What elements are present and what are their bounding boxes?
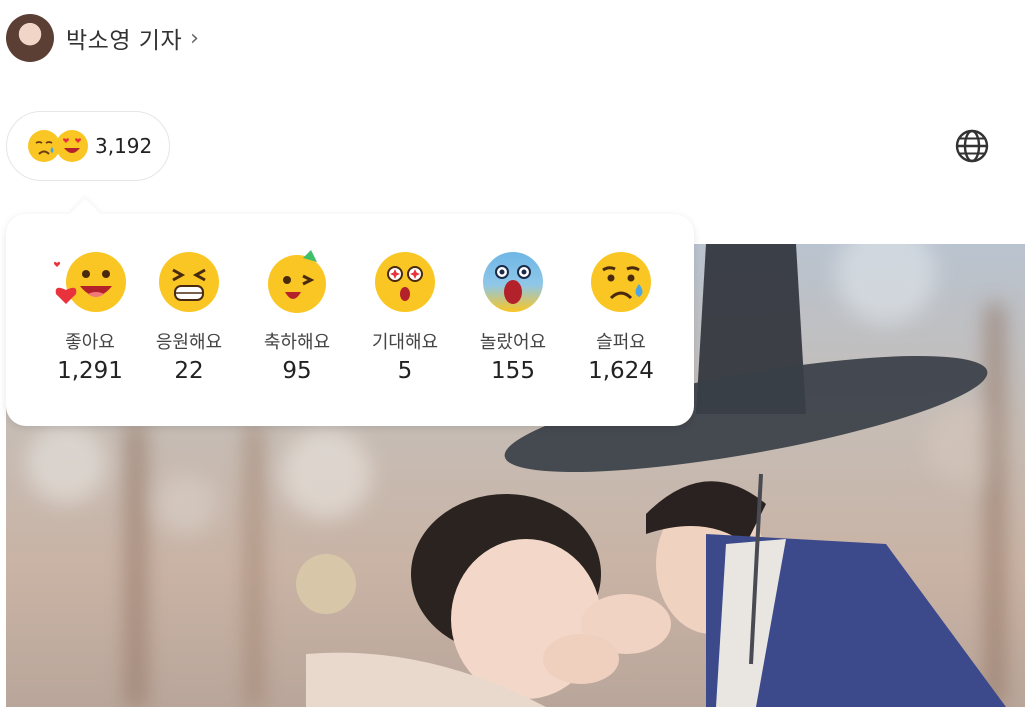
reaction-label: 놀랐어요 <box>479 332 547 353</box>
reaction-label: 슬퍼요 <box>596 332 646 353</box>
reaction-count: 5 <box>397 358 413 384</box>
celebrate-face-icon <box>268 250 326 313</box>
cheer-face-icon <box>159 252 219 312</box>
reaction-cheer[interactable]: 응원해요 22 <box>135 250 243 384</box>
reaction-like[interactable]: 좋아요 1,291 <box>36 250 144 384</box>
reaction-label: 좋아요 <box>65 332 115 353</box>
reaction-count: 22 <box>174 358 204 384</box>
reaction-celebrate[interactable]: 축하해요 95 <box>243 250 351 384</box>
chevron-right-icon: › <box>190 25 199 51</box>
reaction-count: 155 <box>491 358 535 384</box>
sad-face-icon <box>591 252 651 312</box>
like-face-icon <box>54 252 126 312</box>
author-link[interactable]: 박소영 기자 › <box>6 14 199 62</box>
surprised-face-icon <box>483 252 543 312</box>
reaction-label: 기대해요 <box>371 332 439 353</box>
reaction-label: 응원해요 <box>155 332 223 353</box>
reaction-total-count: 3,192 <box>95 134 153 158</box>
reaction-expect[interactable]: 기대해요 5 <box>351 250 459 384</box>
globe-icon[interactable] <box>954 128 990 164</box>
reaction-label: 축하해요 <box>263 332 331 353</box>
reaction-count: 1,291 <box>57 358 123 384</box>
heart-eyes-face-icon <box>56 130 88 162</box>
reaction-count: 95 <box>282 358 312 384</box>
avatar <box>6 14 54 62</box>
reaction-sad[interactable]: 슬퍼요 1,624 <box>567 250 675 384</box>
reactions-popup: 좋아요 1,291 응원해요 22 축하해요 95 기대해요 5 놀랐어요 15… <box>6 198 694 426</box>
author-name: 박소영 기자 <box>66 28 183 54</box>
reaction-summary-button[interactable]: 3,192 <box>6 111 170 181</box>
expect-face-icon <box>375 252 435 312</box>
popup-tail <box>69 198 101 230</box>
reaction-surprised[interactable]: 놀랐어요 155 <box>459 250 567 384</box>
reaction-count: 1,624 <box>588 358 654 384</box>
